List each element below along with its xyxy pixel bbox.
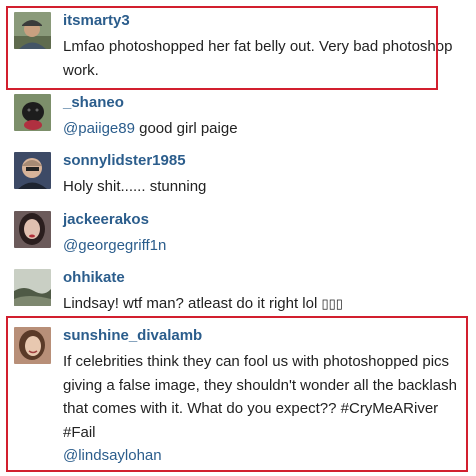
comment-text: Lmfao photoshopped her fat belly out. Ve…	[63, 38, 453, 79]
comment-item: sonnylidster1985 Holy shit...... stunnin…	[0, 152, 476, 202]
landscape-avatar[interactable]	[14, 269, 51, 306]
comment-text: If celebrities think they can fool us wi…	[63, 350, 458, 468]
comment-username[interactable]: _shaneo	[63, 94, 124, 112]
emoji-placeholder-glyphs: ▯▯▯	[321, 296, 343, 311]
comment-username[interactable]: jackeerakos	[63, 211, 149, 229]
comment-item: sunshine_divalamb If celebrities think t…	[0, 327, 476, 475]
comment-username[interactable]: sunshine_divalamb	[63, 327, 202, 345]
comment-text: Lindsay! wtf man? atleast do it right lo…	[63, 292, 463, 316]
comment-text: @paiige89 good girl paige	[63, 117, 463, 141]
man-with-cap-avatar[interactable]	[14, 12, 51, 49]
black-dog-avatar[interactable]	[14, 94, 51, 131]
comment-item: itsmarty3 Lmfao photoshopped her fat bel…	[0, 12, 476, 92]
smiling-woman-avatar[interactable]	[14, 327, 51, 364]
user-mention-link[interactable]: @paiige89	[63, 120, 135, 137]
comment-item: _shaneo @paiige89 good girl paige	[0, 94, 476, 144]
comment-item: jackeerakos @georgegriff1n	[0, 211, 476, 261]
comment-username[interactable]: sonnylidster1985	[63, 152, 186, 170]
comment-text-body: good girl paige	[139, 120, 238, 137]
comment-item: ohhikate Lindsay! wtf man? atleast do it…	[0, 269, 476, 319]
comment-username[interactable]: itsmarty3	[63, 12, 130, 30]
dark-hair-woman-avatar[interactable]	[14, 211, 51, 248]
shaved-head-man-avatar[interactable]	[14, 152, 51, 189]
comment-text-body: If celebrities think they can fool us wi…	[63, 353, 457, 441]
user-mention-link[interactable]: @georgegriff1n	[63, 237, 166, 254]
user-mention-link[interactable]: @lindsaylohan	[63, 447, 162, 464]
comment-text: Holy shit...... stunning	[63, 178, 207, 195]
comment-text: @georgegriff1n	[63, 234, 463, 258]
comment-username[interactable]: ohhikate	[63, 269, 125, 287]
comment-text-body: Lindsay! wtf man? atleast do it right lo…	[63, 295, 318, 312]
comment-list: itsmarty3 Lmfao photoshopped her fat bel…	[0, 0, 476, 476]
